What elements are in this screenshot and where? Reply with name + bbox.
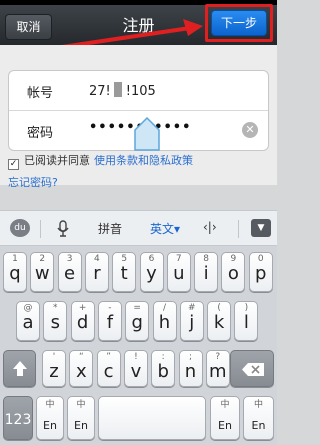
text-cursor-handle-icon[interactable]	[132, 116, 162, 152]
key-s[interactable]: * s	[43, 301, 68, 341]
key-label: d	[76, 312, 89, 333]
shift-key[interactable]	[3, 350, 36, 387]
forgot-password-link[interactable]: 忘记密码?	[8, 174, 58, 190]
key-a[interactable]: @ a	[16, 301, 40, 341]
language-label: 英文	[150, 222, 175, 236]
shift-icon	[13, 361, 27, 376]
key-label: u	[173, 263, 185, 284]
account-label: 帐号	[27, 86, 54, 101]
agreement-checkbox[interactable]: ✓	[8, 159, 19, 170]
ime-logo-icon[interactable]: du	[10, 219, 30, 237]
key-label: m	[209, 361, 227, 382]
key-o[interactable]: 9o	[221, 252, 246, 292]
key-secondary-label: 中	[45, 400, 55, 410]
next-button-highlight: 下一步	[205, 4, 273, 42]
key-y[interactable]: 6y	[139, 252, 164, 292]
agreement-row: ✓ 已阅读并同意 使用条款和隐私政策	[8, 152, 193, 170]
key-e[interactable]: 3e	[57, 252, 82, 292]
key-label: e	[64, 263, 76, 284]
key-label: En	[218, 419, 232, 432]
key-j[interactable]: # j	[179, 301, 204, 341]
key-label: a	[22, 312, 34, 333]
key-b[interactable]: :b	[151, 350, 176, 387]
terms-link[interactable]: 使用条款和隐私政策	[94, 154, 193, 167]
account-value-start: 27!	[89, 84, 111, 99]
key-En[interactable]: 中 En	[243, 396, 274, 440]
key-En[interactable]: 中 En	[67, 396, 95, 440]
microphone-icon[interactable]	[57, 220, 69, 238]
account-input[interactable]: 27! !105	[89, 82, 156, 99]
key-label: g	[131, 312, 143, 333]
key-v[interactable]: ! v	[123, 350, 148, 387]
key-123[interactable]: 123	[3, 396, 33, 440]
key-w[interactable]: 2w	[30, 252, 55, 292]
account-row[interactable]: 帐号 27! !105	[9, 71, 268, 111]
pinyin-mode[interactable]: 拼音	[98, 220, 122, 237]
key-secondary-label: 中	[76, 400, 86, 410]
key-label: p	[254, 263, 267, 284]
key-h[interactable]: / h	[152, 301, 177, 341]
backspace-icon	[242, 363, 264, 376]
key-label: En	[74, 419, 88, 432]
key-label: r	[93, 263, 101, 284]
key-m[interactable]: ? m	[205, 350, 230, 387]
key-label: f	[106, 312, 114, 333]
clear-icon[interactable]: ✕	[242, 122, 258, 138]
key-i[interactable]: 8i	[194, 252, 219, 292]
key-label: q	[9, 263, 21, 284]
ime-toolbar: du 拼音 英文▾ ‹|› ▼	[0, 210, 277, 246]
key-label: c	[103, 361, 114, 382]
key-k[interactable]: (k	[207, 301, 232, 341]
next-button[interactable]: 下一步	[211, 10, 267, 36]
key-label: b	[157, 361, 169, 382]
key-n[interactable]: ; n	[178, 350, 203, 387]
key-label: j	[189, 312, 195, 333]
key-label: 123	[4, 412, 32, 428]
key-label: y	[146, 263, 157, 284]
key-label: En	[43, 419, 57, 432]
key-t[interactable]: 5t	[112, 252, 137, 292]
key-En[interactable]: 中 En	[210, 396, 240, 440]
key-label: v	[130, 361, 142, 382]
key-f[interactable]: -f	[97, 301, 122, 341]
key-x[interactable]: “x	[69, 350, 94, 387]
key-label: l	[243, 312, 249, 333]
key-label: En	[251, 419, 266, 432]
key-label: t	[120, 263, 128, 284]
key-space[interactable]	[98, 396, 206, 440]
key-label: w	[34, 263, 50, 284]
agreement-text: 已阅读并同意	[24, 154, 90, 167]
cursor-move-icon[interactable]: ‹|›	[203, 220, 217, 234]
backspace-key[interactable]	[230, 350, 274, 387]
keyboard-hide-icon[interactable]: ▼	[251, 219, 271, 237]
key-label: i	[203, 263, 209, 284]
key-label: n	[184, 361, 197, 382]
key-secondary-label: 中	[220, 400, 230, 410]
key-q[interactable]: 1q	[3, 252, 27, 292]
masked-digits	[113, 82, 122, 97]
language-mode[interactable]: 英文▾	[150, 220, 180, 237]
key-l[interactable]: ) l	[234, 301, 259, 341]
key-label: k	[213, 312, 225, 333]
key-p[interactable]: 0p	[248, 252, 273, 292]
key-label: o	[227, 263, 239, 284]
divider	[238, 220, 239, 238]
key-g[interactable]: = g	[125, 301, 150, 341]
key-u[interactable]: 7u	[166, 252, 191, 292]
key-r[interactable]: 4r	[84, 252, 109, 292]
key-secondary-label: 中	[253, 400, 263, 410]
password-label: 密码	[27, 126, 54, 141]
key-z[interactable]: ' z	[42, 350, 66, 387]
keyboard: 1q2w3e4r5t6y7u8i9o0p @ a * s + d - f = g / h # j(k) l …	[0, 246, 277, 445]
key-En[interactable]: 中 En	[36, 396, 64, 440]
key-label: x	[75, 361, 87, 382]
key-label: h	[158, 312, 171, 333]
account-value-end: !105	[125, 84, 156, 99]
key-label: s	[50, 312, 60, 333]
key-d[interactable]: + d	[70, 301, 95, 341]
key-label: z	[49, 361, 59, 382]
key-c[interactable]: ” c	[96, 350, 121, 387]
divider	[40, 220, 41, 238]
